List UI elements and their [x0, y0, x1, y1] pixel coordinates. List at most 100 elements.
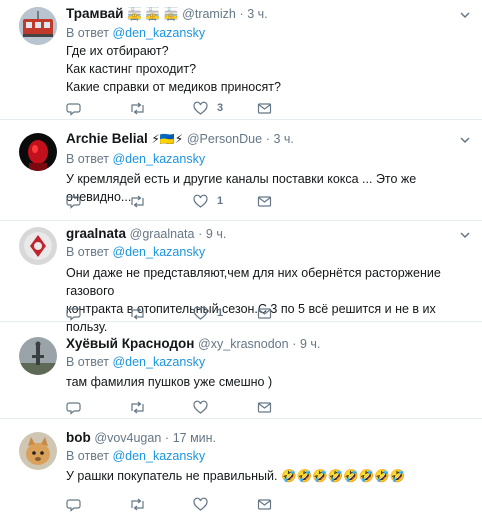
display-name[interactable]: bob	[66, 430, 91, 445]
retweet-button[interactable]	[129, 193, 146, 209]
user-handle[interactable]: @tramizh	[182, 7, 236, 21]
tweet[interactable]: graalnata @graalnata · 9 ч. В ответ @den…	[0, 222, 482, 334]
reply-button[interactable]	[66, 193, 81, 209]
avatar[interactable]	[19, 432, 57, 470]
like-count: 1	[217, 307, 224, 319]
like-count: 3	[217, 102, 224, 114]
reply-context: В ответ @den_kazansky	[66, 448, 205, 464]
retweet-button[interactable]	[129, 399, 146, 415]
like-icon	[193, 194, 208, 208]
like-icon	[193, 306, 208, 320]
display-name[interactable]: Хуёвый Краснодон	[66, 336, 194, 351]
direct-message-icon	[257, 195, 272, 207]
separator-dot: ·	[265, 132, 270, 146]
reply-prefix: В ответ	[66, 449, 109, 463]
like-button[interactable]: 1	[193, 193, 223, 209]
like-icon	[193, 101, 208, 115]
avatar[interactable]	[19, 227, 57, 265]
direct-message-button[interactable]	[257, 305, 272, 321]
reply-context: В ответ @den_kazansky	[66, 151, 205, 167]
reply-to-link[interactable]: @den_kazansky	[112, 355, 205, 369]
retweet-icon	[131, 307, 144, 319]
chevron-down-icon[interactable]	[458, 133, 472, 147]
direct-message-button[interactable]	[257, 100, 272, 116]
reply-icon	[66, 498, 81, 512]
like-count: 1	[217, 195, 224, 207]
reply-to-link[interactable]: @den_kazansky	[112, 449, 205, 463]
tweet-text: Где их отбирают? Как кастинг проходит? К…	[66, 44, 281, 94]
timestamp[interactable]: 3 ч.	[274, 132, 294, 146]
chevron-down-icon[interactable]	[458, 8, 472, 22]
tweet-header: Хуёвый Краснодон @xy_krasnodon · 9 ч.	[66, 336, 320, 352]
retweet-icon	[131, 195, 144, 207]
tweet[interactable]: Archie Belial ⚡🇺🇦⚡ @PersonDue · 3 ч. В о…	[0, 121, 482, 221]
reply-button[interactable]	[66, 305, 81, 321]
reply-prefix: В ответ	[66, 355, 109, 369]
tweet-feed: Трамвай 🚋 🚋 🚋 @tramizh · 3 ч. В ответ @d…	[0, 0, 482, 516]
reply-icon	[66, 102, 81, 116]
reply-button[interactable]	[66, 496, 81, 512]
chevron-down-icon[interactable]	[458, 228, 472, 242]
avatar[interactable]	[19, 7, 57, 45]
timestamp[interactable]: 9 ч.	[300, 337, 320, 351]
name-emoji: 🚋 🚋 🚋	[127, 7, 179, 21]
timestamp[interactable]: 17 мин.	[173, 431, 216, 445]
user-handle[interactable]: @xy_krasnodon	[198, 337, 289, 351]
reply-to-link[interactable]: @den_kazansky	[112, 245, 205, 259]
reply-to-link[interactable]: @den_kazansky	[112, 152, 205, 166]
timestamp[interactable]: 9 ч.	[206, 227, 226, 241]
display-name[interactable]: graalnata	[66, 226, 126, 241]
tweet[interactable]: Хуёвый Краснодон @xy_krasnodon · 9 ч. В …	[0, 323, 482, 419]
retweet-button[interactable]	[129, 496, 146, 512]
avatar[interactable]	[19, 337, 57, 375]
reply-button[interactable]	[66, 399, 81, 415]
name-emoji: ⚡🇺🇦⚡	[151, 132, 184, 146]
user-handle[interactable]: @vov4ugan	[94, 431, 161, 445]
user-handle[interactable]: @graalnata	[130, 227, 195, 241]
like-button[interactable]	[193, 496, 217, 512]
reply-context: В ответ @den_kazansky	[66, 244, 205, 260]
direct-message-icon	[257, 401, 272, 413]
direct-message-icon	[257, 498, 272, 510]
reply-prefix: В ответ	[66, 152, 109, 166]
tweet-text: У рашки покупатель не правильный. 🤣🤣🤣🤣🤣🤣…	[66, 469, 406, 483]
reply-to-link[interactable]: @den_kazansky	[112, 26, 205, 40]
tweet-text: там фамилия пушков уже смешно )	[66, 375, 273, 389]
retweet-button[interactable]	[129, 100, 146, 116]
reply-context: В ответ @den_kazansky	[66, 354, 205, 370]
reply-prefix: В ответ	[66, 26, 109, 40]
tweet-header: bob @vov4ugan · 17 мин.	[66, 430, 216, 446]
user-handle[interactable]: @PersonDue	[187, 132, 262, 146]
direct-message-button[interactable]	[257, 193, 272, 209]
separator-dot: ·	[292, 337, 297, 351]
direct-message-button[interactable]	[257, 496, 272, 512]
like-icon	[193, 400, 208, 414]
avatar[interactable]	[19, 133, 57, 171]
direct-message-icon	[257, 102, 272, 114]
tweet-header: Трамвай 🚋 🚋 🚋 @tramizh · 3 ч.	[66, 6, 268, 22]
retweet-icon	[131, 401, 144, 413]
direct-message-button[interactable]	[257, 399, 272, 415]
retweet-button[interactable]	[129, 305, 146, 321]
reply-icon	[66, 195, 81, 209]
tweet-header: Archie Belial ⚡🇺🇦⚡ @PersonDue · 3 ч.	[66, 131, 294, 147]
direct-message-icon	[257, 307, 272, 319]
retweet-icon	[131, 498, 144, 510]
reply-prefix: В ответ	[66, 245, 109, 259]
reply-icon	[66, 307, 81, 321]
reply-context: В ответ @den_kazansky	[66, 25, 205, 41]
tweet-header: graalnata @graalnata · 9 ч.	[66, 226, 226, 242]
tweet[interactable]: bob @vov4ugan · 17 мин. В ответ @den_kaz…	[0, 420, 482, 516]
like-button[interactable]	[193, 399, 217, 415]
like-button[interactable]: 1	[193, 305, 223, 321]
like-button[interactable]: 3	[193, 100, 223, 116]
separator-dot: ·	[239, 7, 244, 21]
timestamp[interactable]: 3 ч.	[247, 7, 267, 21]
separator-dot: ·	[164, 431, 170, 445]
reply-button[interactable]	[66, 100, 81, 116]
like-icon	[193, 497, 208, 511]
retweet-icon	[131, 102, 144, 114]
display-name[interactable]: Трамвай	[66, 6, 123, 21]
tweet[interactable]: Трамвай 🚋 🚋 🚋 @tramizh · 3 ч. В ответ @d…	[0, 0, 482, 120]
display-name[interactable]: Archie Belial	[66, 131, 148, 146]
